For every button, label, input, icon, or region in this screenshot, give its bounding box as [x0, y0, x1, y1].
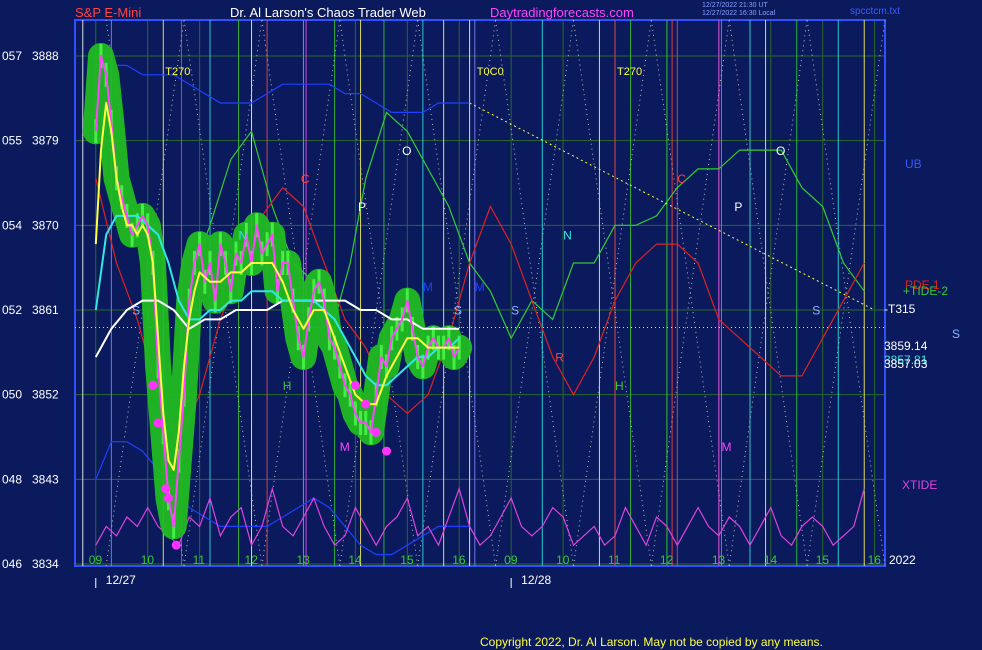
y-label-code: 050: [2, 388, 22, 402]
annotation-letter: N: [239, 228, 248, 242]
x-tick-label: 13: [296, 553, 310, 567]
turn-dot: [371, 427, 381, 437]
annotation-letter: S: [511, 304, 519, 318]
turn-dot: [361, 399, 371, 409]
date-label: 12/28: [521, 573, 551, 587]
x-tick-label: 14: [764, 553, 778, 567]
author-title: Dr. Al Larson's Chaos Trader Web: [230, 5, 426, 20]
date-label: 12/27: [106, 573, 136, 587]
y-label-price: 3843: [32, 472, 59, 486]
y-label-code: 048: [2, 472, 22, 486]
y-label-code: 052: [2, 303, 22, 317]
turn-dot: [171, 540, 181, 550]
x-tick-label: 10: [556, 553, 570, 567]
y-label-price: 3834: [32, 557, 59, 571]
annotation-letter: R: [555, 351, 564, 365]
annotation-letter: H: [615, 379, 624, 393]
label-current-price: 3859.14: [884, 339, 928, 353]
annotation-letter: M: [340, 440, 350, 454]
x-tick-label: 12: [245, 553, 259, 567]
turn-dot: [163, 493, 173, 503]
copyright-notice: Copyright 2022, Dr. Al Larson. May not b…: [480, 635, 823, 649]
turn-dot: [350, 380, 360, 390]
x-tick-label: 15: [400, 553, 414, 567]
annotation-letter: S: [812, 304, 820, 318]
annotation-letter: P: [734, 200, 742, 214]
annotation-letter: O: [402, 144, 411, 158]
y-label-price: 3870: [32, 218, 59, 232]
annotation-letter: C: [301, 172, 310, 186]
annotation-letter: S: [454, 304, 462, 318]
x-tick-label: 09: [89, 553, 103, 567]
instrument-title: S&P E-Mini: [75, 5, 142, 20]
y-label-code: 057: [2, 49, 22, 63]
x-tick-label: 10: [141, 553, 155, 567]
event-label: T270: [617, 66, 642, 78]
y-label-price: 3888: [32, 49, 59, 63]
timestamp-ut: 12/27/2022 21:30 UT: [702, 2, 768, 9]
y-label-price: 3852: [32, 388, 59, 402]
event-label: T270: [165, 66, 190, 78]
annotation-letter: H: [283, 379, 292, 393]
x-tick-label: 09: [504, 553, 518, 567]
data-filename: spcctcm.txt: [850, 6, 901, 17]
label-ub: UB: [905, 157, 922, 171]
turn-dot: [153, 418, 163, 428]
y-label-code: 054: [2, 218, 22, 232]
x-tick-label: 12: [660, 553, 674, 567]
y-label-code: 055: [2, 134, 22, 148]
turn-dot: [148, 380, 158, 390]
x-tick-label: 16: [868, 553, 882, 567]
y-label-price: 3861: [32, 303, 59, 317]
event-label: T0C0: [477, 66, 504, 78]
turn-dot: [382, 446, 392, 456]
y-label-code: 046: [2, 557, 22, 571]
annotation-letter: S: [132, 304, 140, 318]
x-tick-label: 11: [193, 553, 206, 567]
corner-year-label: 2022: [889, 553, 916, 567]
annotation-letter: C: [677, 172, 686, 186]
turn-dot: [161, 484, 171, 494]
annotation-letter: M: [423, 280, 433, 294]
label-tide2: +TIDE-2: [903, 284, 948, 298]
x-tick-label: 15: [816, 553, 830, 567]
x-tick-label: 16: [452, 553, 466, 567]
annotation-letter: P: [358, 200, 366, 214]
chaos-trader-chart: 057 3888 055 3879 054 3870 052 3861 050 3852 048 38…: [0, 0, 982, 650]
label-val-b: 3857.03: [884, 357, 928, 371]
label-xtide: XTIDE: [902, 478, 937, 492]
x-tick-label: 11: [608, 553, 621, 567]
timestamp-local: 12/27/2022 16:30 Local: [702, 10, 776, 17]
annotation-letter: O: [776, 144, 785, 158]
label-s-right: S: [952, 327, 960, 341]
label-t315: -T315: [884, 302, 916, 316]
annotation-letter: N: [563, 228, 572, 242]
annotation-letter: M: [721, 440, 731, 454]
y-label-price: 3879: [32, 134, 59, 148]
x-tick-label: 14: [348, 553, 362, 567]
site-link[interactable]: Daytradingforecasts.com: [490, 5, 634, 20]
annotation-letter: M: [475, 280, 485, 294]
x-tick-label: 13: [712, 553, 726, 567]
